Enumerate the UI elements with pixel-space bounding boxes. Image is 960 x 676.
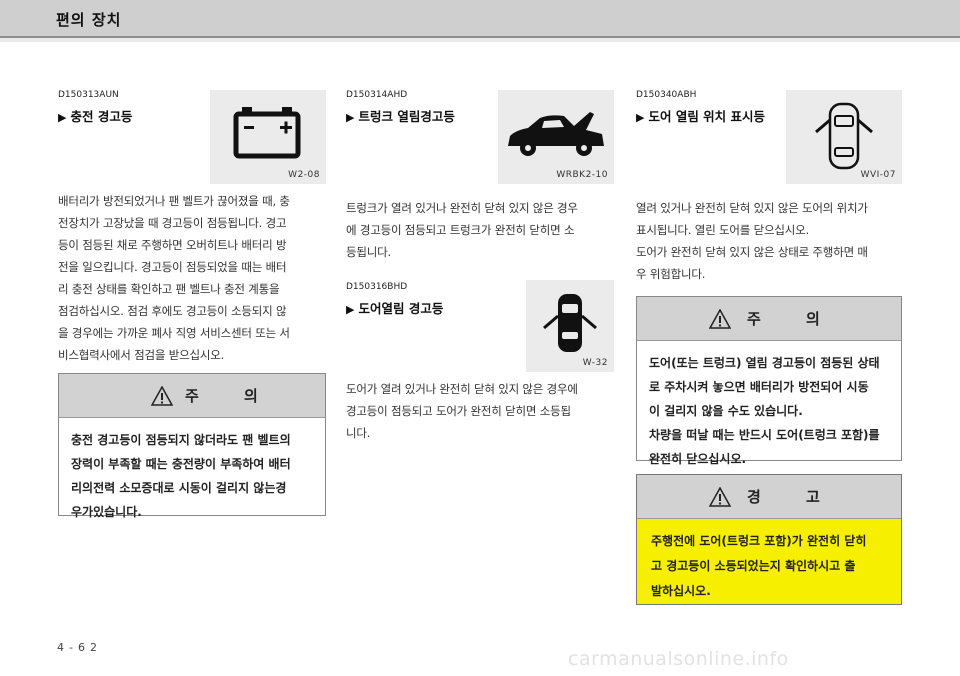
warning-body: 주행전에 도어(트렁크 포함)가 완전히 닫히 고 경고등이 소등되었는지 확인…: [637, 519, 901, 604]
caution-line: 리의전력 소모증대로 시동이 걸리지 않는경: [71, 481, 287, 495]
warning-line: 주행전에 도어(트렁크 포함)가 완전히 닫히: [651, 534, 867, 548]
page-number: 4-62: [57, 641, 102, 654]
battery-icon-panel: W2-08: [210, 90, 326, 184]
text-line: 에 경고등이 점등되고 트렁크가 완전히 닫히면 소: [346, 223, 575, 237]
caution-line: 차량을 떠날 때는 반드시 도어(트렁크 포함)를: [649, 428, 880, 442]
door-position-icon: [815, 102, 873, 170]
warning-line: 발하십시오.: [651, 584, 711, 598]
charging-description: 배터리가 방전되었거나 팬 벨트가 끊어졌을 때, 충 전장치가 고장났을 때 …: [58, 190, 326, 366]
trunk-description: 트렁크가 열려 있거나 완전히 닫혀 있지 않은 경우 에 경고등이 점등되고 …: [346, 197, 614, 263]
warning-box-door: 경 고 주행전에 도어(트렁크 포함)가 완전히 닫히 고 경고등이 소등되었는…: [636, 474, 902, 605]
door-icon-panel: W-32: [526, 280, 614, 372]
caution-line: 이 걸리지 않을 수도 있습니다.: [649, 404, 803, 418]
heading-text: 도어 열림 위치 표시등: [648, 109, 766, 124]
warning-triangle-icon: [709, 309, 731, 329]
trunk-icon-panel: WRBK2-10: [498, 90, 614, 184]
caution-box-charging: 주 의 충전 경고등이 점등되지 않더라도 팬 벨트의 장력이 부족할 때는 충…: [58, 373, 326, 519]
door-open-icon: [543, 294, 597, 352]
heading-text: 트렁크 열림경고등: [358, 109, 455, 124]
caution-bar: 주 의: [59, 374, 325, 418]
section-title: 편의 장치: [56, 11, 122, 29]
caution-body: 도어(또는 트렁크) 열림 경고등이 점등된 상태 로 주차시켜 놓으면 배터리…: [637, 341, 901, 471]
caution-title: 주 의: [185, 387, 278, 405]
warning-line: 고 경고등이 소등되었는지 확인하시고 출: [651, 559, 856, 573]
warning-triangle-icon: [709, 487, 731, 507]
warning-bar: 경 고: [637, 475, 901, 519]
text-line: 표시됩니다. 열린 도어를 닫으십시오.: [636, 223, 809, 237]
text-line: 전을 일으킵니다. 경고등이 점등되었을 때는 배터: [58, 260, 287, 274]
text-line: 을 경우에는 가까운 폐사 직영 서비스센터 또는 서: [58, 326, 290, 340]
caution-line: 충전 경고등이 점등되지 않더라도 팬 벨트의: [71, 433, 291, 447]
caution-line: 우가있습니다.: [71, 505, 142, 519]
caution-bar: 주 의: [637, 297, 901, 341]
door-description: 도어가 열려 있거나 완전히 닫혀 있지 않은 경우에 경고등이 점등되고 도어…: [346, 378, 614, 444]
caution-title: 주 의: [747, 310, 840, 328]
door-position-description: 열려 있거나 완전히 닫혀 있지 않은 도어의 위치가 표시됩니다. 열린 도어…: [636, 197, 904, 285]
battery-icon: [233, 107, 301, 159]
caution-line: 도어(또는 트렁크) 열림 경고등이 점등된 상태: [649, 356, 880, 370]
text-line: 비스협력사에서 점검을 받으십시오.: [58, 348, 225, 362]
icon-code: W2-08: [288, 170, 320, 180]
text-line: 점검하십시오. 점검 후에도 경고등이 소등되지 않: [58, 304, 287, 318]
text-line: 트렁크가 열려 있거나 완전히 닫혀 있지 않은 경우: [346, 201, 578, 215]
page-header: 편의 장치: [0, 0, 960, 38]
icon-code: WVI-07: [860, 170, 896, 180]
text-line: 배터리가 방전되었거나 팬 벨트가 끊어졌을 때, 충: [58, 194, 290, 208]
text-line: 등됩니다.: [346, 245, 391, 259]
heading-text: 도어열림 경고등: [358, 301, 444, 316]
caution-line: 완전히 닫으십시오.: [649, 452, 747, 466]
text-line: 우 위험합니다.: [636, 267, 706, 281]
door-position-icon-panel: WVI-07: [786, 90, 902, 184]
header-divider: [0, 38, 960, 42]
trunk-open-icon: [508, 112, 604, 156]
heading-text: 충전 경고등: [70, 109, 133, 124]
warning-triangle-icon: [151, 386, 173, 406]
warning-title: 경 고: [747, 488, 840, 506]
caution-box-door: 주 의 도어(또는 트렁크) 열림 경고등이 점등된 상태 로 주차시켜 놓으면…: [636, 296, 902, 466]
watermark: carmanualsonline.info: [568, 648, 789, 670]
caution-line: 로 주차시켜 놓으면 배터리가 방전되어 시동: [649, 380, 869, 394]
text-line: 열려 있거나 완전히 닫혀 있지 않은 도어의 위치가: [636, 201, 868, 215]
icon-code: W-32: [582, 358, 608, 368]
text-line: 경고등이 점등되고 도어가 완전히 닫히면 소등됩: [346, 404, 571, 418]
text-line: 니다.: [346, 426, 371, 440]
caution-line: 장력이 부족할 때는 충전량이 부족하여 배터: [71, 457, 291, 471]
text-line: 도어가 열려 있거나 완전히 닫혀 있지 않은 경우에: [346, 382, 578, 396]
caution-body: 충전 경고등이 점등되지 않더라도 팬 벨트의 장력이 부족할 때는 충전량이 …: [59, 418, 325, 524]
text-line: 등이 점등된 채로 주행하면 오버히트나 배터리 방: [58, 238, 287, 252]
text-line: 리 충전 상태를 확인하고 팬 벨트나 충전 계통을: [58, 282, 280, 296]
text-line: 도어가 완전히 닫혀 있지 않은 상태로 주행하면 매: [636, 245, 868, 259]
icon-code: WRBK2-10: [556, 170, 608, 180]
text-line: 전장치가 고장났을 때 경고등이 점등됩니다. 경고: [58, 216, 287, 230]
